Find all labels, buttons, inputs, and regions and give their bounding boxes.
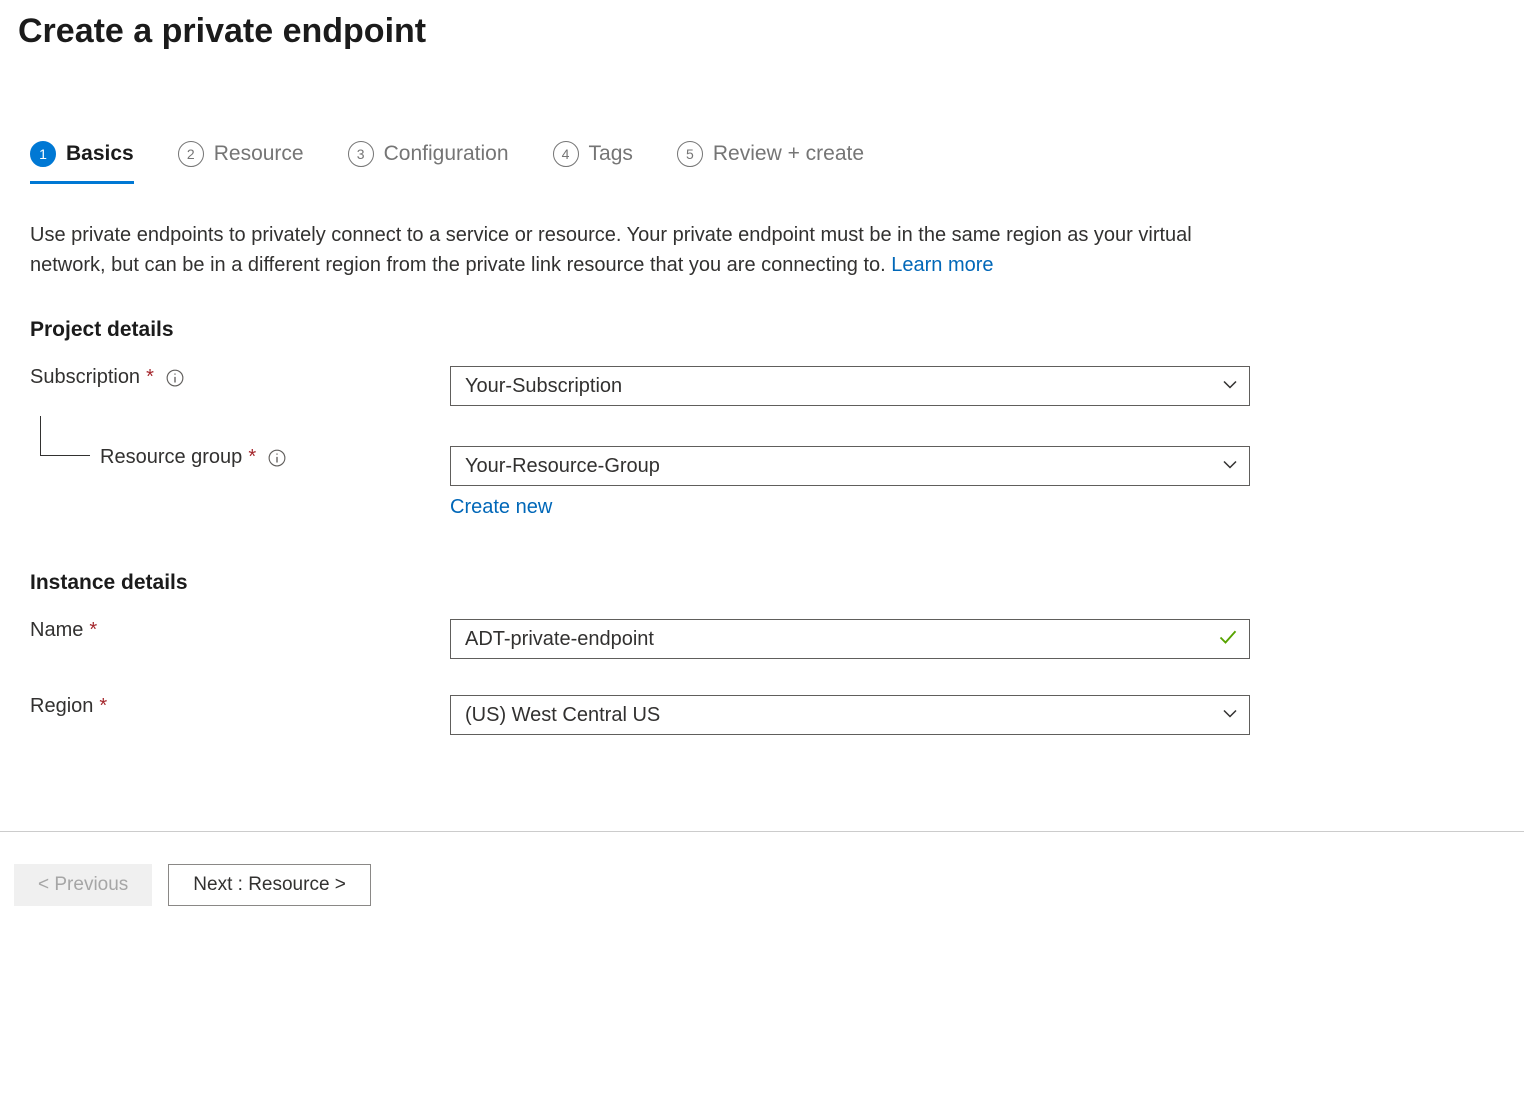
name-label: Name <box>30 619 83 642</box>
tab-tags[interactable]: 4 Tags <box>553 141 633 184</box>
tab-review-create[interactable]: 5 Review + create <box>677 141 864 184</box>
description-body: Use private endpoints to privately conne… <box>30 224 1192 276</box>
region-label-col: Region * <box>30 695 450 718</box>
tab-basics[interactable]: 1 Basics <box>30 141 134 184</box>
wizard-footer: < Previous Next : Resource > <box>0 831 1524 938</box>
tab-label-configuration: Configuration <box>384 142 509 166</box>
resource-group-label-col: Resource group * <box>30 446 450 469</box>
region-value: (US) West Central US <box>465 704 660 727</box>
tab-label-resource: Resource <box>214 142 304 166</box>
subscription-select[interactable]: Your-Subscription <box>450 366 1250 406</box>
create-new-link[interactable]: Create new <box>450 496 552 519</box>
tab-num-1: 1 <box>30 141 56 167</box>
info-icon[interactable] <box>166 369 184 387</box>
subscription-label: Subscription <box>30 366 140 389</box>
name-input[interactable] <box>450 619 1250 659</box>
instance-details-heading: Instance details <box>30 571 1494 595</box>
required-indicator: * <box>248 446 256 469</box>
tab-num-3: 3 <box>348 141 374 167</box>
tree-connector-icon <box>40 416 90 456</box>
subscription-value: Your-Subscription <box>465 375 622 398</box>
required-indicator: * <box>146 366 154 389</box>
required-indicator: * <box>99 695 107 718</box>
next-button[interactable]: Next : Resource > <box>168 864 371 906</box>
subscription-label-col: Subscription * <box>30 366 450 389</box>
resource-group-label: Resource group <box>100 446 242 469</box>
tab-label-tags: Tags <box>589 142 633 166</box>
tab-label-basics: Basics <box>66 142 134 166</box>
region-label: Region <box>30 695 93 718</box>
page-title: Create a private endpoint <box>0 0 1524 51</box>
tab-label-review-create: Review + create <box>713 142 864 166</box>
previous-button: < Previous <box>14 864 152 906</box>
required-indicator: * <box>89 619 97 642</box>
resource-group-value: Your-Resource-Group <box>465 455 660 478</box>
name-label-col: Name * <box>30 619 450 642</box>
project-details-heading: Project details <box>30 318 1494 342</box>
tab-num-2: 2 <box>178 141 204 167</box>
tab-num-5: 5 <box>677 141 703 167</box>
learn-more-link[interactable]: Learn more <box>891 254 993 276</box>
tab-configuration[interactable]: 3 Configuration <box>348 141 509 184</box>
tab-resource[interactable]: 2 Resource <box>178 141 304 184</box>
description-text: Use private endpoints to privately conne… <box>30 220 1260 280</box>
wizard-tabs: 1 Basics 2 Resource 3 Configuration 4 Ta… <box>30 141 1494 184</box>
region-select[interactable]: (US) West Central US <box>450 695 1250 735</box>
info-icon[interactable] <box>268 449 286 467</box>
tab-num-4: 4 <box>553 141 579 167</box>
resource-group-select[interactable]: Your-Resource-Group <box>450 446 1250 486</box>
